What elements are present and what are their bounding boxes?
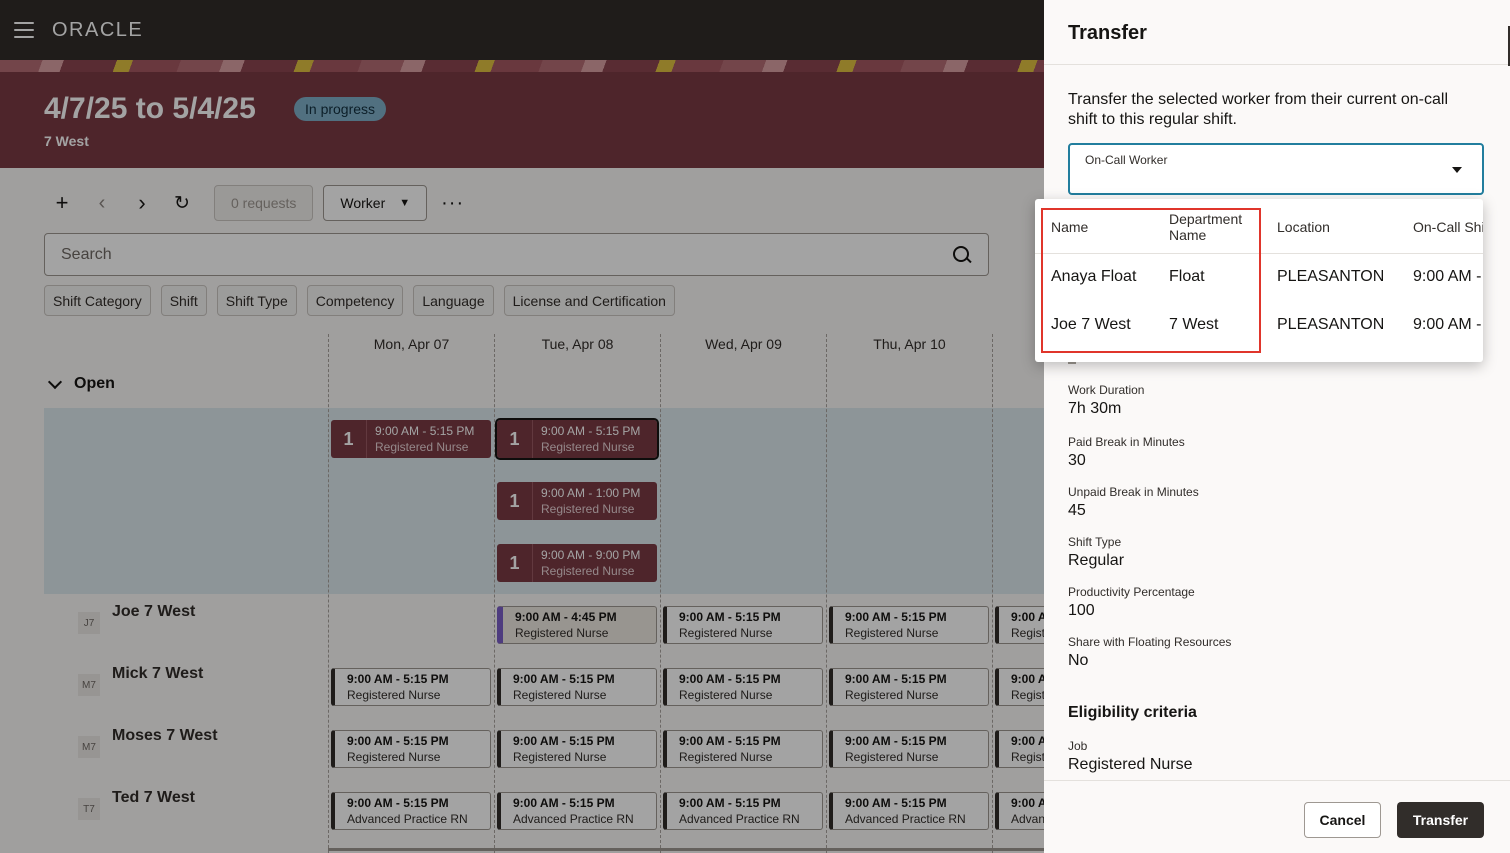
field-productivity: Productivity Percentage 100 bbox=[1068, 585, 1195, 620]
divider bbox=[1068, 362, 1076, 364]
field-label: Shift Type bbox=[1068, 535, 1122, 549]
drawer-footer: Cancel Transfer bbox=[1044, 780, 1510, 853]
transfer-drawer: Transfer Transfer the selected worker fr… bbox=[1044, 0, 1510, 853]
field-label: Productivity Percentage bbox=[1068, 585, 1195, 599]
field-label: Job bbox=[1068, 739, 1088, 753]
field-value: 7h 30m bbox=[1068, 400, 1122, 417]
field-paid-break: Paid Break in Minutes 30 bbox=[1068, 435, 1185, 470]
drawer-title: Transfer bbox=[1068, 22, 1147, 44]
column-header-on-call-shift: On-Call Shi bbox=[1413, 219, 1483, 235]
field-value: Registered Nurse bbox=[1068, 756, 1193, 773]
field-value: 30 bbox=[1068, 452, 1086, 469]
field-work-duration: Work Duration 7h 30m bbox=[1068, 383, 1144, 418]
field-shift-type: Shift Type Regular bbox=[1068, 535, 1124, 570]
drawer-description: Transfer the selected worker from their … bbox=[1068, 91, 1448, 128]
on-call-worker-select[interactable]: On-Call Worker bbox=[1068, 143, 1484, 195]
on-call-worker-label: On-Call Worker bbox=[1085, 153, 1168, 167]
field-unpaid-break: Unpaid Break in Minutes 45 bbox=[1068, 485, 1199, 520]
field-value: 100 bbox=[1068, 602, 1095, 619]
field-label: Paid Break in Minutes bbox=[1068, 435, 1185, 449]
highlight-annotation-box bbox=[1041, 208, 1261, 353]
field-label: Share with Floating Resources bbox=[1068, 635, 1232, 649]
on-call-shift: 9:00 AM - bbox=[1413, 268, 1482, 285]
on-call-shift: 9:00 AM - bbox=[1413, 316, 1482, 333]
column-header-location: Location bbox=[1277, 219, 1330, 235]
transfer-button[interactable]: Transfer bbox=[1397, 802, 1484, 838]
field-value: 45 bbox=[1068, 502, 1086, 519]
location: PLEASANTON bbox=[1277, 268, 1385, 285]
eligibility-heading: Eligibility criteria bbox=[1068, 704, 1197, 721]
cancel-button[interactable]: Cancel bbox=[1304, 802, 1381, 838]
field-value: No bbox=[1068, 652, 1089, 669]
field-job: Job Registered Nurse bbox=[1068, 739, 1193, 774]
caret-down-icon[interactable] bbox=[1452, 167, 1462, 173]
field-value: Regular bbox=[1068, 552, 1125, 569]
field-share-floating: Share with Floating Resources No bbox=[1068, 635, 1231, 670]
field-label: Unpaid Break in Minutes bbox=[1068, 485, 1199, 499]
field-label: Work Duration bbox=[1068, 383, 1145, 397]
modal-overlay[interactable] bbox=[0, 0, 1044, 853]
drawer-header: Transfer bbox=[1044, 0, 1510, 65]
location: PLEASANTON bbox=[1277, 316, 1385, 333]
